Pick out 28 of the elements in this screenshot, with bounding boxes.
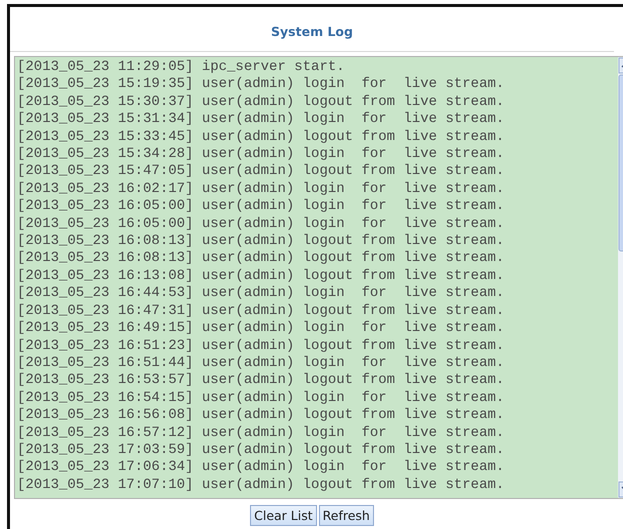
log-line: [2013_05_23 15:30:37] user(admin) logout from live stream.: [17, 94, 506, 112]
log-line: [2013_05_23 15:31:34] user(admin) login for live stream.: [17, 111, 506, 129]
log-line: [2013_05_23 16:57:12] user(admin) login for live stream.: [17, 424, 506, 442]
clear-list-button[interactable]: Clear List: [250, 505, 317, 526]
log-line: [2013_05_23 17:07:10] user(admin) logout from live stream.: [17, 476, 506, 494]
log-line: [2013_05_23 16:08:13] user(admin) logout from live stream.: [17, 233, 506, 250]
log-line: [2013_05_23 16:47:31] user(admin) logout from live stream.: [17, 302, 506, 320]
log-line: [2013_05_23 16:56:08] user(admin) logout from live stream.: [17, 407, 506, 425]
log-line: [2013_05_23 16:13:08] user(admin) logout from live stream.: [17, 268, 506, 286]
log-line: [2013_05_23 15:34:28] user(admin) login for live stream.: [17, 146, 506, 164]
log-line: [2013_05_23 15:33:45] user(admin) logout from live stream.: [17, 128, 506, 146]
log-line: [2013_05_23 16:05:00] user(admin) login for live stream.: [17, 198, 506, 216]
log-line: [2013_05_23 16:44:53] user(admin) login for live stream.: [17, 285, 506, 303]
panel-title: System Log: [271, 24, 353, 38]
log-line: [2013_05_23 16:51:44] user(admin) login for live stream.: [17, 354, 506, 372]
log-line: [2013_05_23 16:51:23] user(admin) logout from live stream.: [17, 338, 506, 355]
refresh-button[interactable]: Refresh: [318, 505, 374, 526]
log-line: [2013_05_23 15:19:35] user(admin) login for live stream.: [17, 76, 506, 94]
log-line: [2013_05_23 17:03:59] user(admin) logout from live stream.: [17, 442, 506, 460]
log-line: [2013_05_23 16:49:15] user(admin) login for live stream.: [17, 320, 506, 338]
log-line: [2013_05_23 16:54:15] user(admin) login for live stream.: [17, 390, 506, 408]
log-line: [2013_05_23 16:02:17] user(admin) login for live stream.: [17, 180, 506, 198]
log-line: [2013_05_23 17:06:34] user(admin) login for live stream.: [17, 459, 506, 477]
log-line: [2013_05_23 16:53:57] user(admin) logout from live stream.: [17, 372, 506, 390]
log-line: [2013_05_23 16:08:13] user(admin) logout from live stream.: [17, 250, 506, 268]
log-line: [2013_05_23 11:29:05] ipc_server start.: [17, 59, 346, 76]
log-line: [2013_05_23 15:47:05] user(admin) logout from live stream.: [17, 163, 506, 181]
log-line: [2013_05_23 16:05:00] user(admin) login for live stream.: [17, 216, 506, 234]
